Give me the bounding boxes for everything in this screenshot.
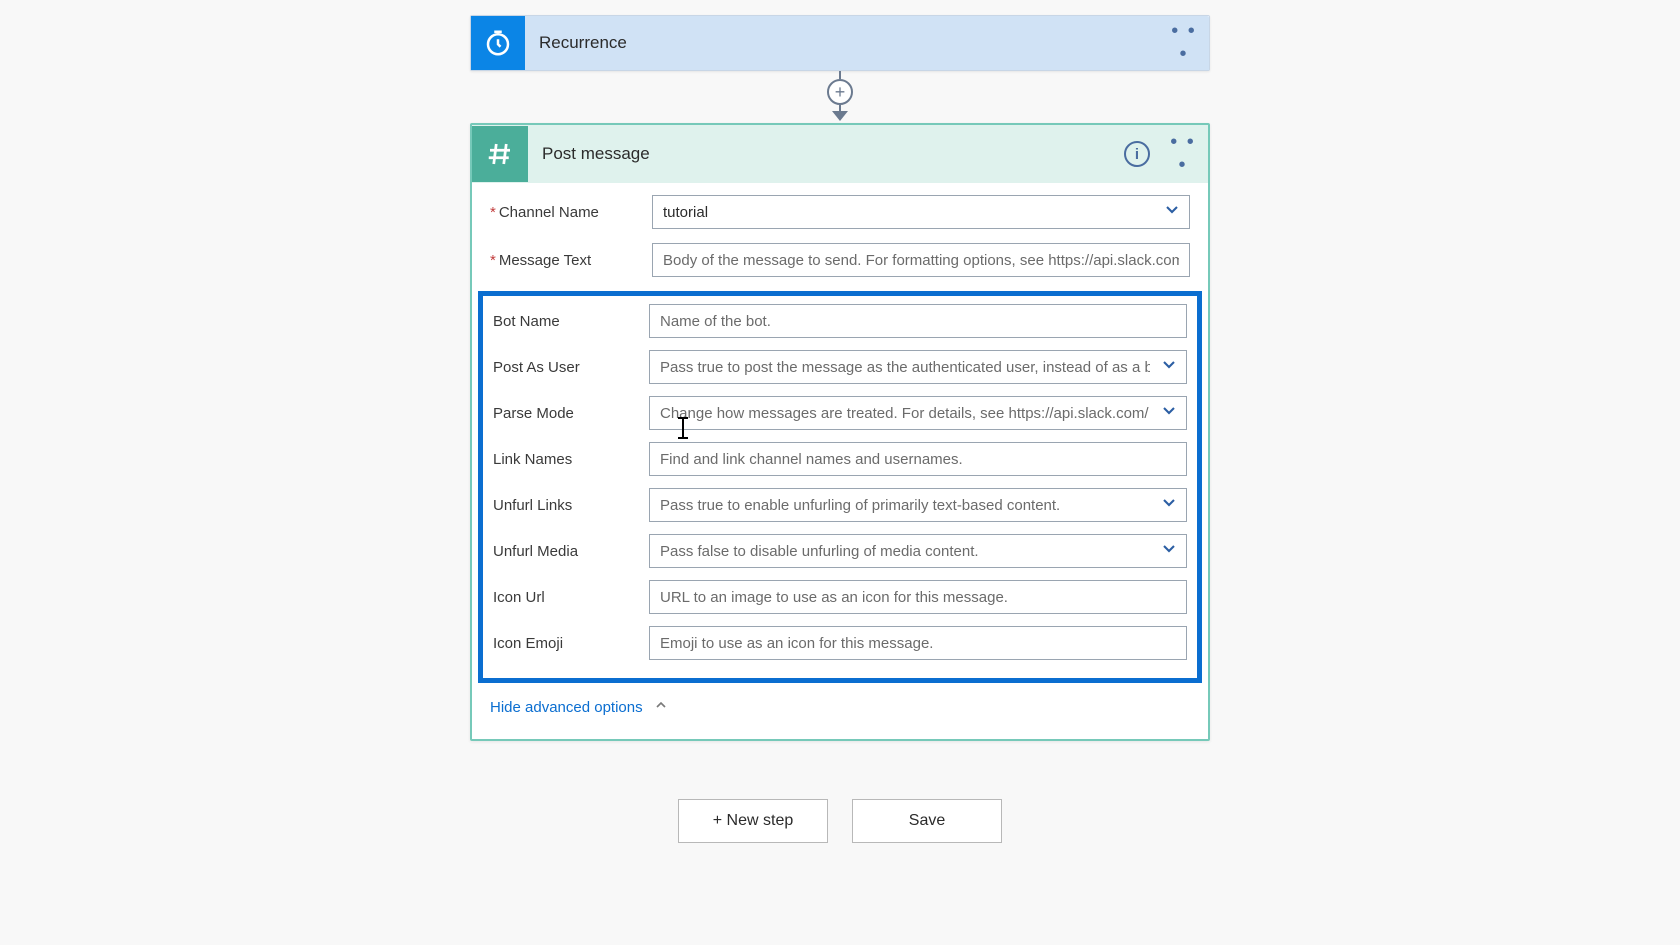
flow-connector: + [827, 71, 853, 123]
row-message-text: *Message Text [490, 243, 1190, 277]
recurrence-more-icon[interactable]: • • • [1169, 20, 1199, 66]
row-icon-url: Icon Url [493, 580, 1187, 614]
label-channel-name: *Channel Name [490, 204, 652, 221]
row-post-as-user: Post As User [493, 350, 1187, 384]
parse-mode-select[interactable] [649, 396, 1187, 430]
hide-advanced-options-toggle[interactable]: Hide advanced options [472, 683, 1208, 739]
row-unfurl-media: Unfurl Media [493, 534, 1187, 568]
info-icon[interactable]: i [1124, 141, 1150, 167]
link-names-input[interactable] [649, 442, 1187, 476]
label-message-text: *Message Text [490, 252, 652, 269]
label-icon-emoji: Icon Emoji [493, 635, 649, 652]
row-icon-emoji: Icon Emoji [493, 626, 1187, 660]
post-as-user-select[interactable] [649, 350, 1187, 384]
chevron-up-icon [653, 697, 669, 717]
channel-name-select[interactable] [652, 195, 1190, 229]
advanced-options-highlight: Bot Name Post As User Parse Mod [478, 291, 1202, 683]
recurrence-header[interactable]: Recurrence • • • [471, 16, 1209, 70]
save-button[interactable]: Save [852, 799, 1002, 843]
post-message-more-icon[interactable]: • • • [1168, 131, 1198, 177]
recurrence-card[interactable]: Recurrence • • • [470, 15, 1210, 71]
message-text-input[interactable] [652, 243, 1190, 277]
bot-name-input[interactable] [649, 304, 1187, 338]
unfurl-links-select[interactable] [649, 488, 1187, 522]
hide-advanced-label: Hide advanced options [490, 699, 643, 716]
label-post-as-user: Post As User [493, 359, 649, 376]
post-message-form: *Channel Name *Message Text Bot Name [472, 183, 1208, 683]
new-step-button[interactable]: + New step [678, 799, 828, 843]
recurrence-icon [471, 16, 525, 70]
label-parse-mode: Parse Mode [493, 405, 649, 422]
label-unfurl-media: Unfurl Media [493, 543, 649, 560]
post-message-card: Post message i • • • *Channel Name *Mess… [470, 123, 1210, 741]
row-bot-name: Bot Name [493, 304, 1187, 338]
label-bot-name: Bot Name [493, 313, 649, 330]
slack-hash-icon [472, 126, 528, 182]
label-icon-url: Icon Url [493, 589, 649, 606]
row-link-names: Link Names [493, 442, 1187, 476]
row-parse-mode: Parse Mode [493, 396, 1187, 430]
unfurl-media-select[interactable] [649, 534, 1187, 568]
label-link-names: Link Names [493, 451, 649, 468]
insert-step-button[interactable]: + [827, 79, 853, 105]
footer-actions: + New step Save [678, 799, 1002, 843]
recurrence-title: Recurrence [525, 33, 1169, 53]
row-channel-name: *Channel Name [490, 195, 1190, 229]
row-unfurl-links: Unfurl Links [493, 488, 1187, 522]
post-message-title: Post message [528, 144, 1124, 164]
icon-emoji-input[interactable] [649, 626, 1187, 660]
label-unfurl-links: Unfurl Links [493, 497, 649, 514]
post-message-header[interactable]: Post message i • • • [472, 125, 1208, 183]
icon-url-input[interactable] [649, 580, 1187, 614]
